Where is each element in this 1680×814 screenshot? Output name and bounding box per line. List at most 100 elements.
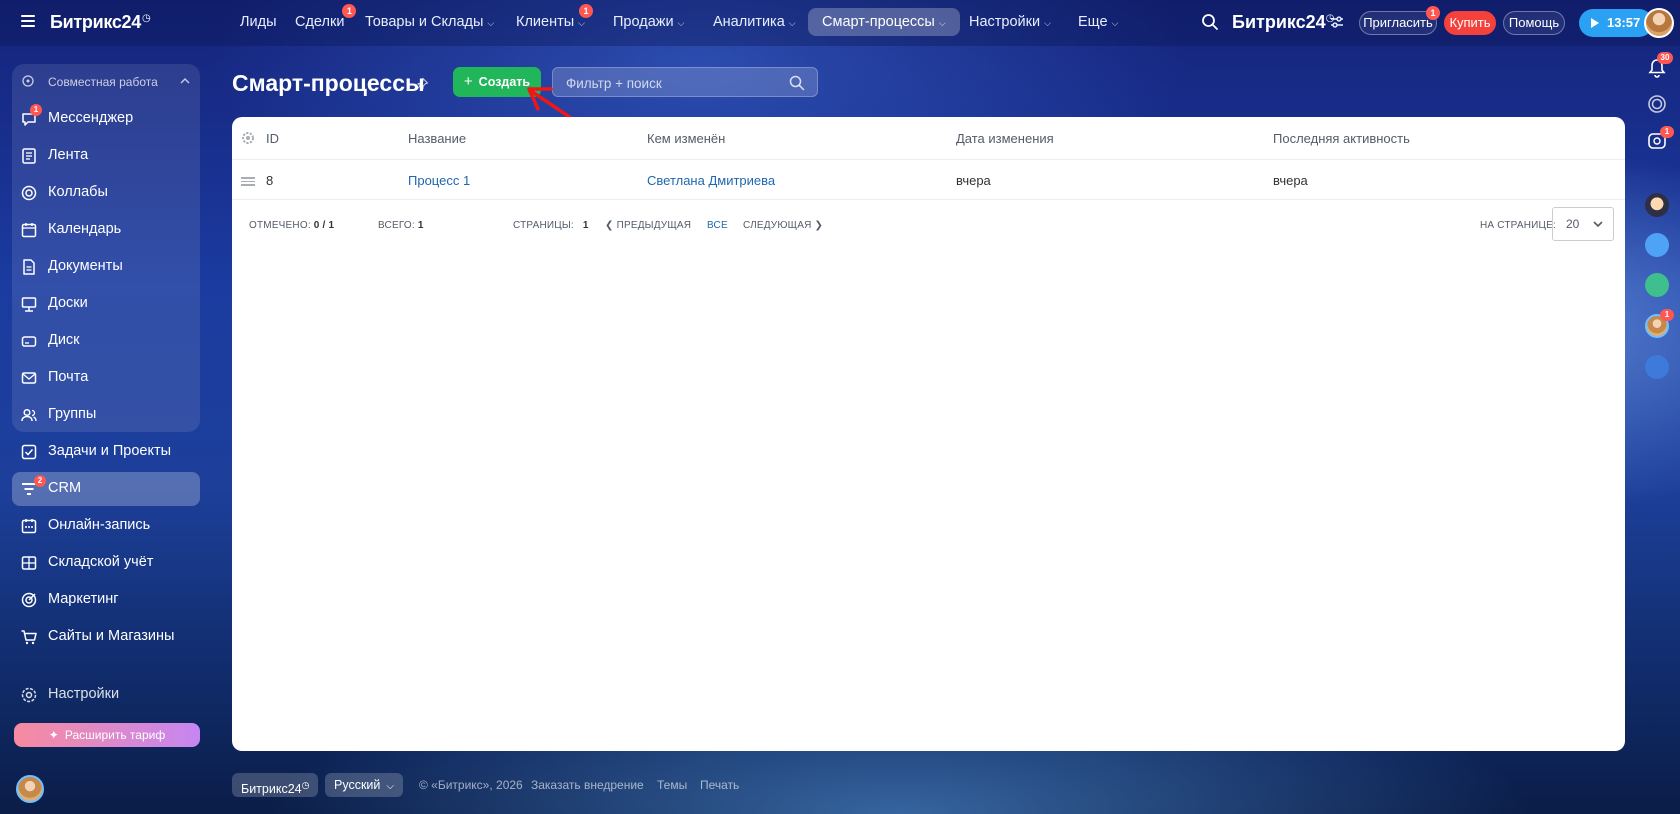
chevron-down-icon: ⌵: [386, 781, 394, 792]
sidebar-item-boards[interactable]: Доски: [12, 287, 200, 321]
nav-item-deals[interactable]: Сделки 1: [281, 4, 358, 36]
next-page-link[interactable]: Следующая ❯: [743, 220, 823, 231]
board-icon: [21, 297, 37, 312]
chevron-up-icon[interactable]: [180, 76, 190, 86]
chevron-down-icon: ⌵: [1111, 18, 1119, 28]
sidebar-item-disk[interactable]: Диск: [12, 324, 200, 358]
sidebar-item-sites[interactable]: Сайты и Магазины: [12, 620, 200, 654]
bookmark-icon[interactable]: [1645, 355, 1669, 379]
cart-icon: [21, 630, 37, 645]
group-chat-icon[interactable]: [1645, 273, 1669, 297]
user-avatar[interactable]: [1644, 8, 1674, 38]
per-page-select[interactable]: 20: [1552, 207, 1614, 241]
search-icon[interactable]: [789, 75, 805, 91]
chevron-left-icon: ❮: [605, 220, 617, 231]
column-header-name[interactable]: Название: [408, 131, 466, 146]
chevron-down-icon: ⌵: [938, 18, 946, 28]
grid-footer: Отмечено: 0 / 1 Всего: 1 Страницы: 1 ❮ П…: [232, 201, 1625, 245]
group-icon: [21, 408, 37, 422]
sidebar-item-tasks[interactable]: Задачи и Проекты: [12, 435, 200, 469]
buy-button[interactable]: Купить: [1444, 11, 1496, 35]
sidebar-item-marketing[interactable]: Маркетинг: [12, 583, 200, 617]
nav-item-products[interactable]: Товары и Склады ⌵: [351, 8, 508, 36]
upgrade-plan-button[interactable]: ✦ Расширить тариф: [14, 723, 200, 747]
prev-page-link[interactable]: ❮ Предыдущая: [605, 220, 691, 231]
nav-item-settings[interactable]: Настройки ⌵: [955, 8, 1065, 36]
chevron-down-icon: [1593, 221, 1603, 228]
cell-modified-date: вчера: [956, 173, 991, 188]
sidebar-item-feed[interactable]: Лента: [12, 139, 200, 173]
sidebar-item-collabs[interactable]: Коллабы: [12, 176, 200, 210]
disk-icon: [21, 336, 37, 347]
all-pages-link[interactable]: Все: [707, 220, 728, 231]
tasks-icon: [21, 444, 37, 460]
pin-icon[interactable]: [415, 77, 429, 91]
contact-avatar[interactable]: [1645, 193, 1669, 217]
chevron-down-icon: ⌵: [1044, 18, 1051, 28]
nav-item-analytics[interactable]: Аналитика ⌵: [699, 8, 810, 36]
nav-item-clients[interactable]: Клиенты ⌵ 1: [502, 4, 599, 36]
nav-item-sales[interactable]: Продажи ⌵: [599, 8, 698, 36]
chevron-right-icon: ❯: [811, 220, 824, 231]
sidebar-item-crm[interactable]: 2 CRM: [12, 472, 200, 506]
pages-label: Страницы: 1: [513, 220, 589, 231]
sidebar-group-title[interactable]: Совместная работа: [48, 75, 158, 89]
table-row[interactable]: 8 Процесс 1 Светлана Дмитриева вчера вче…: [232, 160, 1625, 200]
help-button[interactable]: Помощь: [1503, 11, 1565, 35]
search-icon[interactable]: [1201, 13, 1219, 31]
workday-timer-button[interactable]: 13:57: [1579, 9, 1653, 37]
nav-item-smart-processes[interactable]: Смарт-процессы ⌵: [808, 8, 960, 36]
collab-icon: [21, 185, 37, 201]
language-select[interactable]: Русский ⌵: [325, 773, 403, 797]
feed-icon: [22, 148, 36, 164]
menu-icon[interactable]: [21, 15, 35, 27]
booking-icon: [21, 519, 37, 534]
sidebar-item-inventory[interactable]: Складской учёт: [12, 546, 200, 580]
cell-name-link[interactable]: Процесс 1: [408, 173, 470, 188]
brand-logo[interactable]: Битрикс24◷: [1232, 12, 1334, 33]
sidebar-user-avatar[interactable]: [16, 775, 44, 803]
top-bar: Битрикс24◷ Лиды Сделки 1 Товары и Склады ⌵…: [0, 0, 1680, 46]
crm-badge: 2: [34, 475, 46, 487]
per-page-label: На странице:: [1480, 220, 1556, 231]
sidebar-item-messenger[interactable]: 1 Мессенджер: [12, 102, 200, 136]
invite-badge: 1: [1426, 6, 1440, 20]
nav-item-more[interactable]: Еще ⌵: [1064, 8, 1132, 36]
invite-button[interactable]: Пригласить 1: [1359, 6, 1440, 35]
column-header-last-activity[interactable]: Последняя активность: [1273, 131, 1410, 146]
total-count: Всего: 1: [378, 220, 424, 231]
sidebar-item-calendar[interactable]: Календарь: [12, 213, 200, 247]
chevron-down-icon: ⌵: [578, 18, 585, 28]
selected-count: Отмечено: 0 / 1: [249, 220, 335, 231]
column-header-modified-by[interactable]: Кем изменён: [647, 131, 725, 146]
print-link[interactable]: Печать: [700, 778, 739, 792]
column-header-modified-date[interactable]: Дата изменения: [956, 131, 1054, 146]
chat-badge: 1: [1660, 126, 1674, 138]
cell-id: 8: [266, 173, 274, 188]
gear-icon[interactable]: [241, 131, 255, 145]
sidebar-item-groups[interactable]: Группы: [12, 398, 200, 432]
warehouse-icon: [21, 556, 37, 570]
rocket-icon: ✦: [48, 728, 59, 742]
sliders-icon[interactable]: [1331, 16, 1343, 28]
cell-last-activity: вчера: [1273, 173, 1308, 188]
copilot-icon[interactable]: [1645, 92, 1669, 116]
column-header-id[interactable]: ID: [266, 131, 279, 146]
sidebar-item-documents[interactable]: Документы: [12, 250, 200, 284]
order-implementation-link[interactable]: Заказать внедрение: [531, 778, 644, 792]
row-menu-icon[interactable]: [241, 177, 255, 186]
themes-link[interactable]: Темы: [657, 778, 687, 792]
app-logo[interactable]: Битрикс24◷: [50, 12, 151, 33]
general-chat-icon[interactable]: [1645, 233, 1669, 257]
plus-icon: +: [463, 73, 473, 90]
sidebar-item-mail[interactable]: Почта: [12, 361, 200, 395]
cell-modified-by-link[interactable]: Светлана Дмитриева: [647, 173, 775, 188]
chevron-down-icon: ⌵: [677, 18, 685, 28]
mail-icon: [21, 372, 37, 384]
clients-badge: 1: [578, 4, 593, 18]
sidebar-item-online-booking[interactable]: Онлайн-запись: [12, 509, 200, 543]
gear-icon: [21, 687, 37, 703]
sidebar-item-settings[interactable]: Настройки: [12, 678, 200, 712]
chevron-down-icon: ⌵: [788, 18, 796, 28]
footer-brand[interactable]: Битрикс24◷: [232, 773, 319, 797]
